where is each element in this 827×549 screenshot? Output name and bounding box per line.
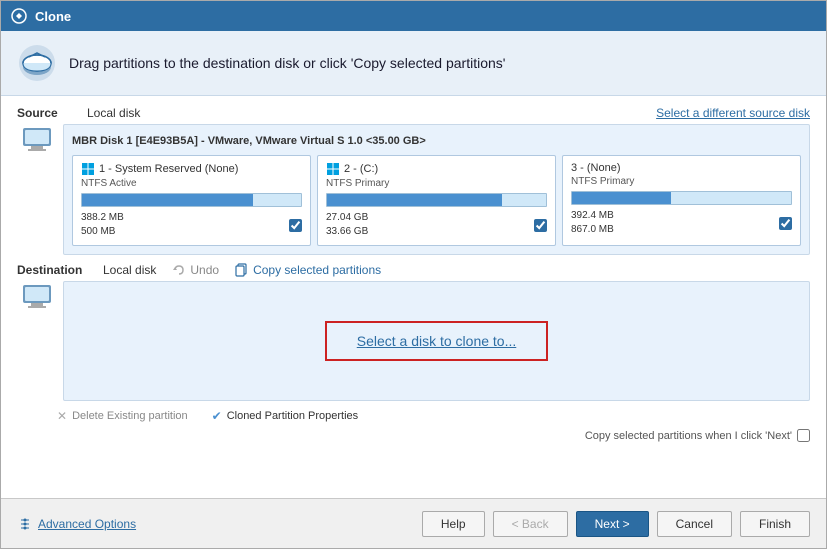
partition-info-3: 392.4 MB 867.0 MB [571, 209, 792, 237]
instruction-text: Drag partitions to the destination disk … [69, 55, 505, 71]
clone-instruction-icon [17, 43, 57, 83]
destination-section: Destination Local disk Undo [17, 263, 810, 442]
undo-button[interactable]: Undo [172, 263, 219, 277]
copy-partitions-button[interactable]: Copy selected partitions [235, 263, 381, 277]
cancel-button[interactable]: Cancel [657, 511, 732, 537]
partition-bar-1 [81, 193, 302, 207]
finish-button[interactable]: Finish [740, 511, 810, 537]
partition-type-1: NTFS Active [81, 178, 302, 189]
partitions-row: 1 - System Reserved (None) NTFS Active 3… [72, 155, 801, 246]
help-button[interactable]: Help [422, 511, 485, 537]
copy-note-row: Copy selected partitions when I click 'N… [17, 429, 810, 442]
partition-bar-3 [571, 191, 792, 205]
undo-icon [172, 263, 186, 277]
select-disk-box: Select a disk to clone to... [325, 321, 549, 361]
source-disk-container: MBR Disk 1 [E4E93B5A] - VMware, VMware V… [63, 124, 810, 255]
delete-x-icon: ✕ [57, 409, 67, 423]
footer: Advanced Options Help < Back Next > Canc… [1, 498, 826, 548]
dest-options-row: ✕ Delete Existing partition ✔ Cloned Par… [57, 409, 810, 423]
instruction-bar: Drag partitions to the destination disk … [1, 31, 826, 96]
partition-checkbox-3[interactable] [779, 217, 792, 230]
dest-pc-icon-area [17, 281, 57, 313]
content-area: Drag partitions to the destination disk … [1, 31, 826, 548]
advanced-options-link[interactable]: Advanced Options [17, 516, 136, 532]
advanced-options-label: Advanced Options [38, 517, 136, 531]
disk-header: MBR Disk 1 [E4E93B5A] - VMware, VMware V… [72, 133, 801, 149]
partition-type-2: NTFS Primary [326, 178, 547, 189]
select-disk-link[interactable]: Select a disk to clone to... [357, 333, 517, 349]
title-bar: Clone [1, 1, 826, 31]
partition-card-2: 2 - (C:) NTFS Primary 27.04 GB 33.66 G [317, 155, 556, 246]
source-label: Source [17, 106, 87, 120]
partition-card-3: 3 - (None) NTFS Primary 392.4 MB 867.0 [562, 155, 801, 246]
partition-fill-2 [327, 194, 502, 206]
partition-sizes-2: 27.04 GB 33.66 GB [326, 211, 368, 239]
cloned-props-option: ✔ Cloned Partition Properties [212, 409, 359, 423]
partition-sizes-1: 388.2 MB 500 MB [81, 211, 124, 239]
partition-title-3: 3 - (None) [571, 162, 792, 174]
partition-checkbox-2[interactable] [534, 219, 547, 232]
source-sublabel: Local disk [87, 106, 140, 120]
window-title: Clone [35, 9, 71, 24]
advanced-options-icon [17, 516, 33, 532]
partition-fill-3 [572, 192, 671, 204]
dest-actions: Undo Copy selected partitions [172, 263, 381, 277]
copy-note-checkbox[interactable] [797, 429, 810, 442]
partition-title-1: 1 - System Reserved (None) [81, 162, 302, 176]
partition-title-2: 2 - (C:) [326, 162, 547, 176]
clone-window: Clone Drag partitions to the destination… [0, 0, 827, 549]
dest-label: Destination [17, 263, 87, 277]
delete-existing-option: ✕ Delete Existing partition [57, 409, 188, 423]
partition-checkbox-1[interactable] [289, 219, 302, 232]
dest-header-row: Destination Local disk Undo [17, 263, 810, 277]
copy-icon [235, 263, 249, 277]
windows-icon-2 [326, 162, 340, 176]
partition-sizes-3: 392.4 MB 867.0 MB [571, 209, 614, 237]
partition-info-2: 27.04 GB 33.66 GB [326, 211, 547, 239]
back-button[interactable]: < Back [493, 511, 568, 537]
clone-title-icon [11, 8, 27, 24]
dest-pc-icon [21, 281, 53, 313]
source-header-row: Source Local disk Select a different sou… [17, 106, 810, 120]
copy-note-text: Copy selected partitions when I click 'N… [585, 430, 792, 442]
partition-bar-2 [326, 193, 547, 207]
select-source-link[interactable]: Select a different source disk [656, 106, 810, 120]
next-button[interactable]: Next > [576, 511, 649, 537]
source-pc-icon-area [17, 124, 57, 156]
main-body: Source Local disk Select a different sou… [1, 96, 826, 498]
dest-disk-area: Select a disk to clone to... [63, 281, 810, 401]
footer-buttons: Help < Back Next > Cancel Finish [422, 511, 810, 537]
partition-card-1: 1 - System Reserved (None) NTFS Active 3… [72, 155, 311, 246]
cloned-check-icon: ✔ [212, 409, 222, 423]
source-pc-icon [21, 124, 53, 156]
partition-type-3: NTFS Primary [571, 176, 792, 187]
partition-fill-1 [82, 194, 253, 206]
source-section: Source Local disk Select a different sou… [17, 106, 810, 255]
partition-info-1: 388.2 MB 500 MB [81, 211, 302, 239]
dest-sublabel: Local disk [103, 263, 156, 277]
windows-icon-1 [81, 162, 95, 176]
